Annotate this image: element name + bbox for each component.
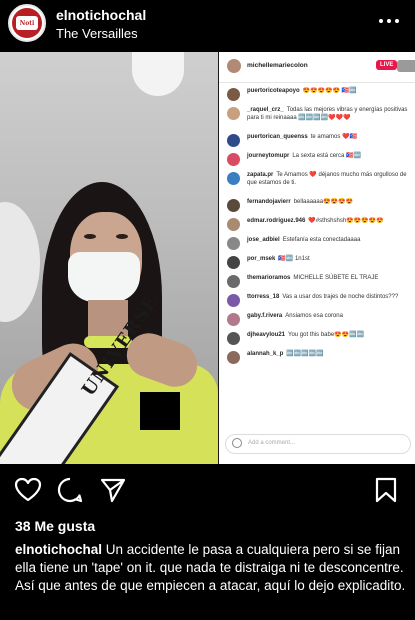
comment-text: 🇵🇷🔤 1n1st (278, 256, 310, 262)
post-header: Noti elnotichochal The Versailles (0, 0, 415, 50)
comment-input: Add a comment... (225, 434, 411, 454)
comment-username: _raquel_crz_ (247, 107, 284, 113)
comment-username: jose_adbiel (247, 237, 280, 243)
comment-username: zapata.pr (247, 172, 274, 178)
comment-item: edmar.rodriguez.946 ❤️#sthshshsh😍😍😍😍😍 (219, 212, 415, 231)
comment-username: puertoricoteapoyo (247, 88, 300, 94)
comment-avatar (227, 88, 240, 101)
comment-item: puertorican_queenss te amamos ❤️🇵🇷 (219, 128, 415, 147)
comment-avatar (227, 199, 240, 212)
viewer-count-badge (397, 60, 415, 72)
comment-item: _raquel_crz_ Todas las mejores vibras y e… (219, 101, 415, 128)
post-location[interactable]: The Versailles (56, 26, 138, 41)
comment-avatar (227, 275, 240, 288)
comment-text: bellaaaaaa😍😍😍😍 (293, 199, 353, 205)
comment-username: ttorress_18 (247, 294, 280, 300)
live-badge: LIVE (376, 60, 398, 70)
live-video-frame: UNIVERSE (0, 52, 218, 464)
comment-username: themarioramos (247, 275, 291, 281)
logo-mark: Noti (16, 16, 38, 30)
comment-item: djheavylou21 You got this babe😍😍🔤🔤 (219, 326, 415, 345)
comment-avatar (227, 218, 240, 231)
like-count[interactable]: 38 Me gusta (15, 518, 95, 534)
comment-item: journeytomupr La sexta está cerca 🇵🇷🔤 (219, 147, 415, 166)
comment-placeholder: Add a comment... (248, 440, 296, 446)
comment-text: ❤️#sthshshsh😍😍😍😍😍 (308, 218, 384, 224)
eyes (82, 234, 130, 242)
comment-username: journeytomupr (247, 153, 290, 159)
comment-item: themarioramos MICHELLE SÚBETE EL TRAJE (219, 269, 415, 288)
comment-icon[interactable] (56, 476, 84, 504)
live-header: michellemariecolon LIVE (219, 52, 415, 83)
comment-avatar (227, 237, 240, 250)
comment-username: fernandojavierr (247, 199, 291, 205)
comment-text: Vas a usar dos trajes de noche distintos… (282, 294, 399, 300)
comment-avatar (227, 313, 240, 326)
share-icon[interactable] (99, 476, 127, 504)
comment-text: Estefanía esta conectadaaaa (282, 237, 361, 243)
comment-text: You got this babe😍😍🔤🔤 (288, 332, 365, 338)
comment-text: Ansiamos esa corona (285, 313, 343, 319)
heart-icon[interactable] (14, 476, 42, 504)
comment-username: por_msek (247, 256, 276, 262)
comment-item: ttorress_18 Vas a usar dos trajes de noch… (219, 288, 415, 307)
comment-item: por_msek 🇵🇷🔤 1n1st (219, 250, 415, 269)
comment-item: gaby.f.rivera Ansiamos esa corona (219, 307, 415, 326)
comment-text: MICHELLE SÚBETE EL TRAJE (293, 275, 379, 281)
comment-item: puertoricoteapoyo 😍😍😍😍😍 🇵🇷🔤 (219, 82, 415, 101)
host-avatar (227, 59, 241, 73)
comment-username: alannah_k_p (247, 351, 284, 357)
comment-avatar (227, 332, 240, 345)
censor-block (140, 392, 180, 430)
comment-item: zapata.pr Te Amamos ❤️ déjanos mucho más … (219, 166, 415, 193)
comment-avatar (227, 153, 240, 166)
more-icon[interactable] (377, 12, 401, 30)
comment-avatar (227, 134, 240, 147)
comment-text: 😍😍😍😍😍 🇵🇷🔤 (302, 88, 357, 94)
face-mask (68, 252, 140, 302)
logo-ring: Noti (12, 8, 42, 38)
comment-avatar (227, 294, 240, 307)
comment-username: puertorican_queenss (247, 134, 308, 140)
comment-avatar (227, 172, 240, 185)
smile-icon (232, 438, 242, 448)
live-comments-panel: michellemariecolon LIVE puertoricoteapoy… (219, 52, 415, 464)
comment-username: edmar.rodriguez.946 (247, 218, 306, 224)
comment-text: 🔤🔤🔤🔤🔤 (286, 351, 324, 357)
ceiling-lamp (132, 52, 184, 96)
post-caption: elnotichochal Un accidente le pasa a cua… (15, 541, 407, 595)
comment-item: alannah_k_p 🔤🔤🔤🔤🔤 (219, 345, 415, 364)
comment-item: fernandojavierr bellaaaaaa😍😍😍😍 (219, 193, 415, 212)
comment-text: te amamos ❤️🇵🇷 (310, 134, 357, 140)
profile-avatar[interactable]: Noti (8, 4, 46, 42)
wall-mirror (0, 202, 40, 322)
comment-list: puertoricoteapoyo 😍😍😍😍😍 🇵🇷🔤 _raquel_crz_ To… (219, 82, 415, 364)
host-username: michellemariecolon (247, 62, 308, 69)
comment-username: gaby.f.rivera (247, 313, 283, 319)
action-bar (0, 476, 415, 506)
bookmark-icon[interactable] (372, 476, 400, 504)
comment-avatar (227, 256, 240, 269)
comment-avatar (227, 107, 240, 120)
post-username[interactable]: elnotichochal (56, 7, 146, 23)
post-media[interactable]: UNIVERSE michellemariecolon LIVE puertor… (0, 52, 415, 464)
comment-avatar (227, 351, 240, 364)
comment-username: djheavylou21 (247, 332, 286, 338)
comment-item: jose_adbiel Estefanía esta conectadaaaa (219, 231, 415, 250)
caption-username[interactable]: elnotichochal (15, 542, 102, 557)
comment-text: La sexta está cerca 🇵🇷🔤 (292, 153, 361, 159)
